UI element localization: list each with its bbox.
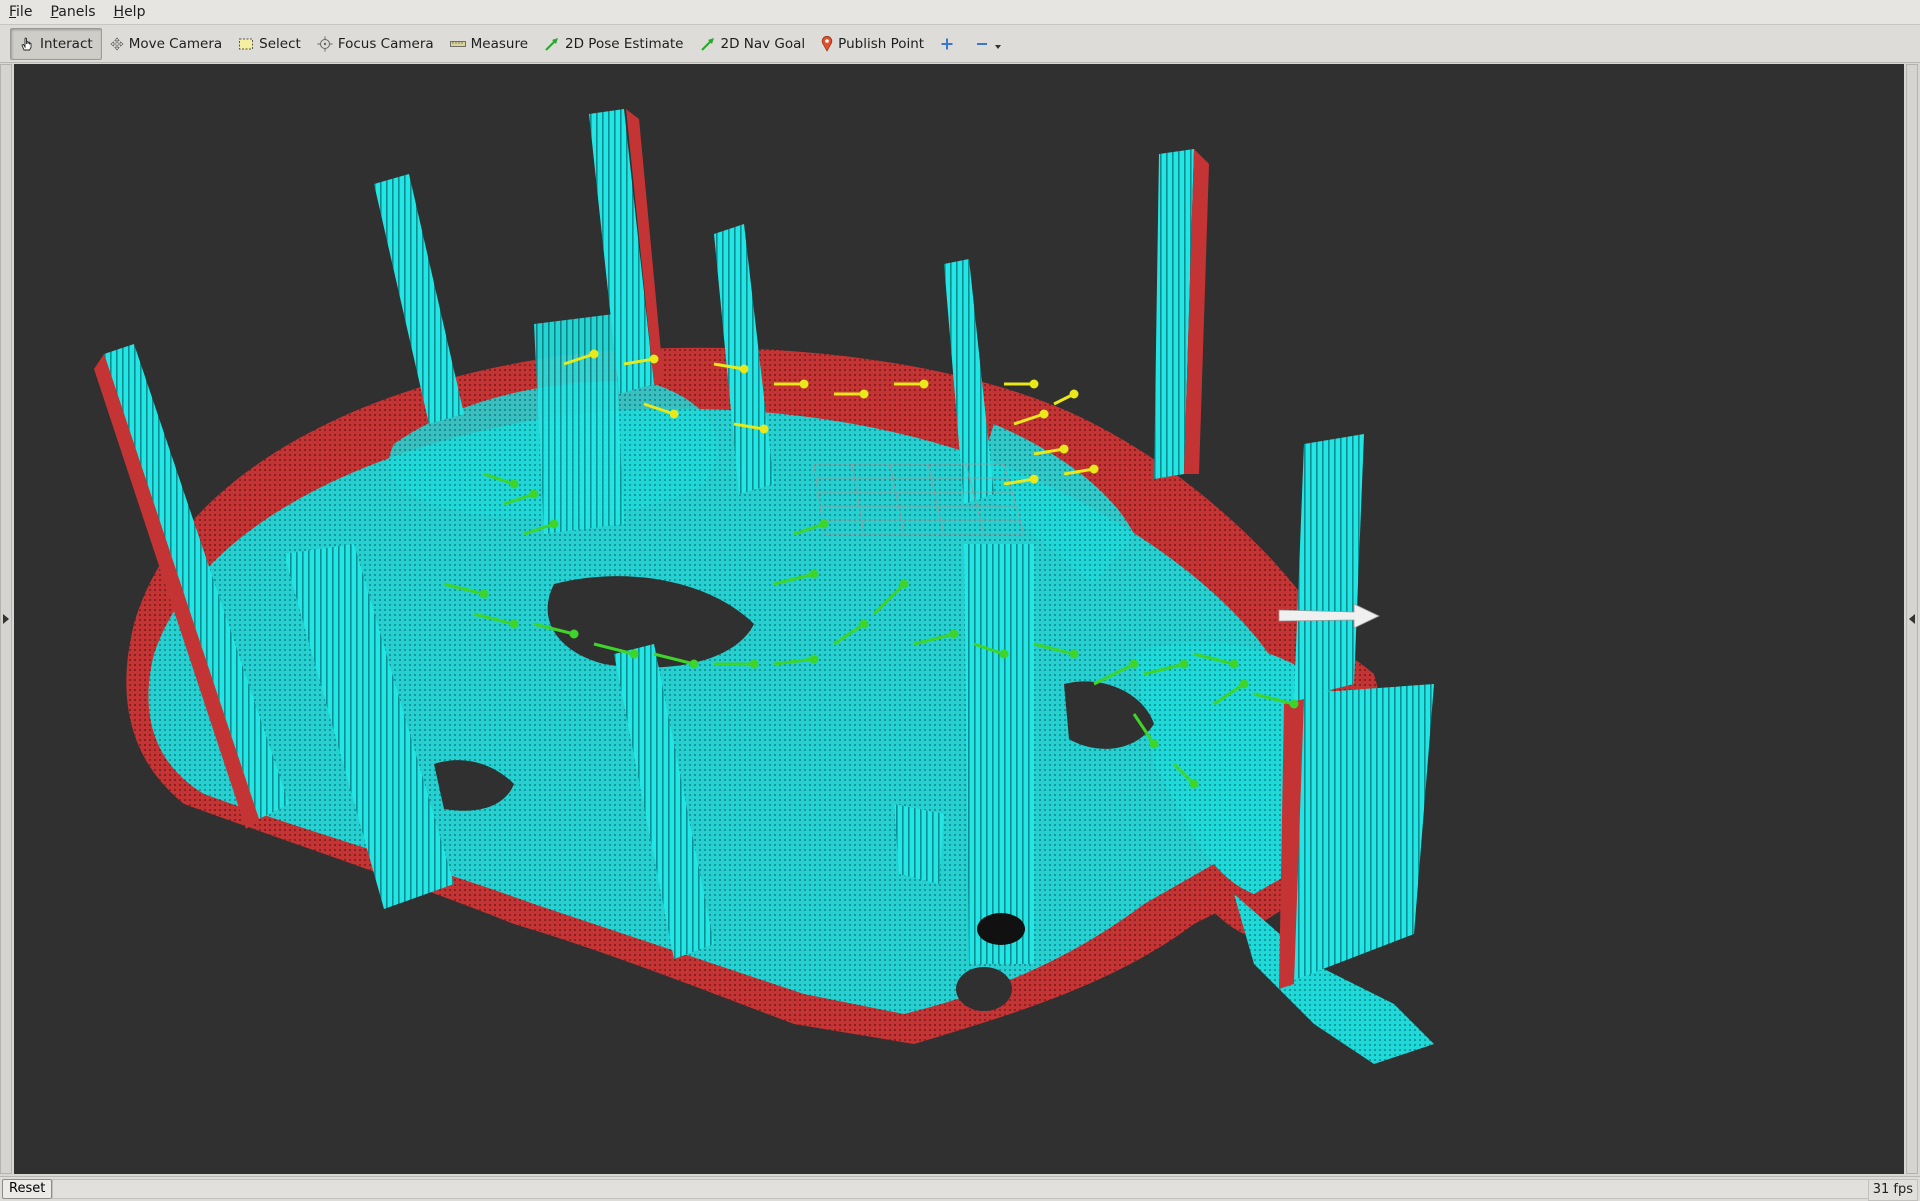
reset-button[interactable]: Reset — [2, 1179, 53, 1199]
pose-arrow-icon — [545, 37, 559, 51]
status-bar: Reset 31 fps — [0, 1176, 1920, 1201]
menu-bar: File Panels Help — [0, 0, 1920, 25]
nav-goal-icon — [700, 37, 714, 51]
menu-panels[interactable]: Panels — [41, 0, 104, 24]
select-label: Select — [259, 35, 301, 52]
pose-estimate-tool-button[interactable]: 2D Pose Estimate — [536, 28, 691, 60]
focus-camera-tool-button[interactable]: Focus Camera — [309, 28, 442, 60]
measure-label: Measure — [470, 35, 529, 52]
right-dock-toggle[interactable] — [1906, 64, 1918, 1174]
map-pin-icon — [822, 35, 833, 52]
tool-bar: Interact Move Camera Select Focus Camera… — [0, 25, 1920, 63]
fps-readout: 31 fps — [1867, 1179, 1918, 1201]
render-panel[interactable] — [14, 64, 1904, 1174]
select-icon — [239, 38, 254, 49]
minus-icon — [977, 42, 988, 45]
add-tool-button[interactable] — [932, 28, 967, 60]
chevron-down-icon — [995, 44, 1002, 49]
status-message-field — [52, 1179, 1872, 1199]
pose-estimate-label: 2D Pose Estimate — [565, 35, 684, 52]
move-camera-label: Move Camera — [128, 35, 223, 52]
left-dock-toggle[interactable] — [0, 64, 12, 1174]
expand-left-icon — [1909, 614, 1915, 624]
3d-scene — [94, 109, 1434, 1064]
measure-tool-button[interactable]: Measure — [442, 28, 536, 60]
menu-help[interactable]: Help — [105, 0, 155, 24]
hand-icon — [21, 37, 32, 50]
expand-right-icon — [3, 614, 9, 624]
publish-point-tool-button[interactable]: Publish Point — [813, 28, 932, 60]
interact-label: Interact — [40, 35, 93, 52]
ruler-icon — [449, 40, 466, 47]
select-tool-button[interactable]: Select — [230, 28, 309, 60]
menu-file[interactable]: File — [0, 0, 41, 24]
move-camera-tool-button[interactable]: Move Camera — [102, 28, 230, 60]
nav-goal-label: 2D Nav Goal — [720, 35, 806, 52]
interact-tool-button[interactable]: Interact — [10, 27, 102, 60]
focus-camera-icon — [317, 36, 333, 51]
plus-icon — [941, 38, 953, 49]
remove-tool-button[interactable] — [967, 28, 1015, 60]
move-camera-icon — [110, 36, 124, 51]
nav-goal-tool-button[interactable]: 2D Nav Goal — [692, 28, 814, 60]
publish-point-label: Publish Point — [838, 35, 925, 52]
focus-camera-label: Focus Camera — [337, 35, 434, 52]
